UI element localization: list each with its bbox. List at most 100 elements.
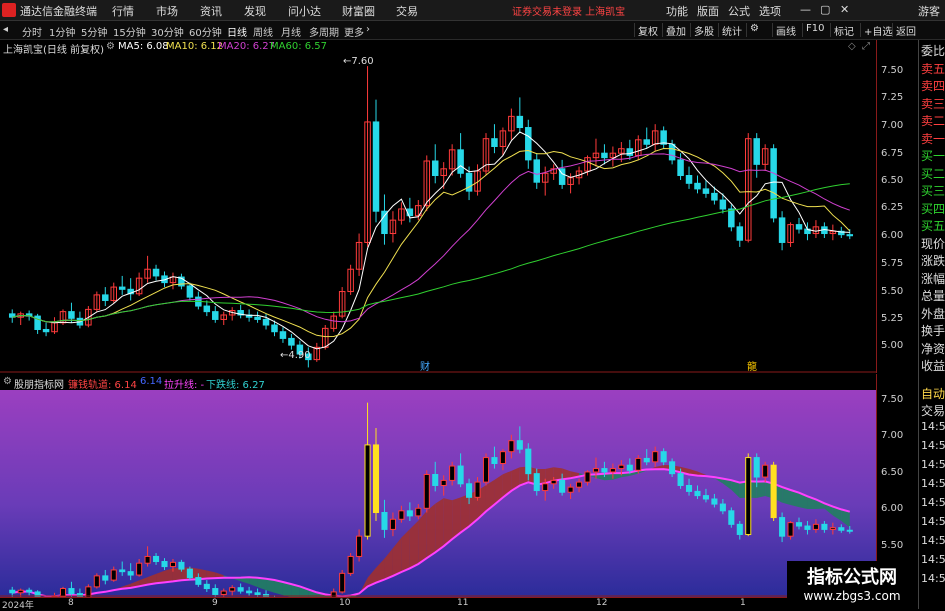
settings-icon[interactable]: ⚙ bbox=[746, 23, 775, 37]
menu-xuanxiang[interactable]: 选项 bbox=[759, 3, 781, 19]
side-trade-label[interactable]: 自动 bbox=[921, 385, 945, 402]
tab-multi-period[interactable]: 多周期 bbox=[309, 24, 339, 39]
multi-stock-button[interactable]: 多股 bbox=[690, 23, 717, 37]
login-warning[interactable]: 证券交易未登录 上海凯宝 bbox=[512, 3, 625, 18]
menu-zixun[interactable]: 资讯 bbox=[200, 3, 222, 19]
indicator-name[interactable]: 股朋指标网 bbox=[14, 376, 64, 391]
ma-settings-icon[interactable]: ⚙ bbox=[106, 41, 115, 52]
side-trade-label[interactable]: 交易 bbox=[921, 402, 945, 419]
candle-body bbox=[187, 286, 192, 297]
candle-body bbox=[43, 329, 48, 331]
ind-candle-body bbox=[86, 587, 91, 597]
indicator-band bbox=[435, 498, 443, 552]
dragon-marker[interactable]: 龍 bbox=[747, 358, 757, 373]
ind-candle-body bbox=[145, 556, 150, 563]
mark-button[interactable]: 标记 bbox=[830, 23, 857, 37]
tab-monthly[interactable]: 月线 bbox=[281, 24, 301, 39]
side-label: 涨幅 bbox=[921, 270, 945, 287]
tab-fenshi[interactable]: 分时 bbox=[22, 24, 42, 39]
ind-candle-body bbox=[636, 458, 641, 470]
add-watchlist-button[interactable]: +自选 bbox=[860, 23, 895, 37]
menu-jiaoyi[interactable]: 交易 bbox=[396, 3, 418, 19]
menu-faxian[interactable]: 发现 bbox=[244, 3, 266, 19]
finance-marker[interactable]: 财 bbox=[420, 358, 430, 373]
tab-30min[interactable]: 30分钟 bbox=[151, 24, 184, 39]
candle-body bbox=[69, 312, 74, 319]
tab-60min[interactable]: 60分钟 bbox=[189, 24, 222, 39]
draw-line-button[interactable]: 画线 bbox=[772, 23, 799, 37]
tab-more[interactable]: 更多 bbox=[344, 24, 364, 39]
ind-candle-body bbox=[720, 504, 725, 511]
side-label: 卖五 bbox=[921, 60, 945, 77]
ind-candle-body bbox=[593, 469, 598, 472]
ind-candle-body bbox=[670, 462, 675, 474]
tab-weekly[interactable]: 周线 bbox=[253, 24, 273, 39]
menu-caifuquan[interactable]: 财富圈 bbox=[342, 3, 375, 19]
menu-gongneng[interactable]: 功能 bbox=[666, 3, 688, 19]
fuquan-button[interactable]: 复权 bbox=[634, 23, 661, 37]
candle-body bbox=[263, 319, 268, 325]
candle-body bbox=[602, 153, 607, 157]
date-axis: 2024年 8 9 10 11 12 1 bbox=[0, 597, 876, 610]
indicator-settings-icon[interactable]: ⚙ bbox=[3, 376, 12, 387]
ind-candle-body bbox=[238, 588, 243, 591]
date-tick: 2024年 bbox=[2, 598, 34, 611]
ind-candle-body bbox=[399, 511, 404, 519]
ind-candle-body bbox=[678, 474, 683, 486]
ind-candle-body bbox=[500, 452, 505, 464]
indicator-chart[interactable] bbox=[0, 390, 876, 597]
candle-body bbox=[678, 160, 683, 176]
stats-button[interactable]: 统计 bbox=[718, 23, 745, 37]
tab-1min[interactable]: 1分钟 bbox=[49, 24, 75, 39]
ind-candle-body bbox=[467, 484, 472, 498]
tab-5min[interactable]: 5分钟 bbox=[81, 24, 107, 39]
ind-candle-body bbox=[373, 445, 378, 513]
chevron-left-icon[interactable]: ◂ bbox=[3, 24, 8, 35]
close-icon[interactable]: ✕ bbox=[840, 3, 849, 16]
candle-body bbox=[255, 317, 260, 319]
diamond-icon[interactable]: ◇ bbox=[848, 41, 856, 52]
ind-candle-body bbox=[230, 588, 235, 591]
ind-candle-body bbox=[416, 508, 421, 516]
candle-body bbox=[796, 225, 801, 229]
guest-label[interactable]: 游客 bbox=[918, 3, 940, 19]
candle-body bbox=[492, 139, 497, 147]
side-label: 买五 bbox=[921, 217, 945, 234]
side-label: 卖三 bbox=[921, 95, 945, 112]
quote-side-panel: 委比卖五卖四卖三卖二卖一买一买二买三买四买五现价涨跌涨幅总量外盘换手净资收益自动… bbox=[918, 40, 945, 609]
chevron-right-icon[interactable]: › bbox=[366, 24, 370, 35]
ind-candle-body bbox=[695, 491, 700, 495]
ind-candle-body bbox=[509, 441, 514, 452]
ind-candle-body bbox=[534, 474, 539, 491]
ind-candle-body bbox=[348, 556, 353, 573]
ind-candle-body bbox=[661, 452, 666, 462]
menu-shichang[interactable]: 市场 bbox=[156, 3, 178, 19]
ma10-value: MA10: 6.12 bbox=[166, 41, 223, 52]
side-label: 净资 bbox=[921, 340, 945, 357]
ind-candle-body bbox=[543, 484, 548, 491]
menu-wenxiaoda[interactable]: 问小达 bbox=[288, 3, 321, 19]
menu-hangqing[interactable]: 行情 bbox=[112, 3, 134, 19]
candle-body bbox=[729, 209, 734, 227]
ind-candle-body bbox=[729, 511, 734, 525]
ind-candle-body bbox=[196, 578, 201, 585]
minimize-icon[interactable]: — bbox=[800, 3, 811, 16]
overlay-button[interactable]: 叠加 bbox=[662, 23, 689, 37]
candle-body bbox=[737, 227, 742, 240]
high-price-label: ←7.60 bbox=[343, 56, 374, 67]
tab-15min[interactable]: 15分钟 bbox=[113, 24, 146, 39]
ind-candle-body bbox=[737, 524, 742, 534]
back-button[interactable]: 返回 bbox=[892, 23, 919, 37]
tab-daily[interactable]: 日线 bbox=[227, 24, 247, 39]
f10-button[interactable]: F10 bbox=[802, 23, 827, 37]
menu-banmian[interactable]: 版面 bbox=[697, 3, 719, 19]
price-tick: 7.25 bbox=[881, 92, 903, 103]
tick-time: 14:56 bbox=[921, 458, 945, 471]
restore-icon[interactable]: ▢ bbox=[820, 3, 830, 16]
menu-gongshi[interactable]: 公式 bbox=[728, 3, 750, 19]
date-tick: 11 bbox=[457, 598, 468, 608]
expand-icon[interactable]: ⤢ bbox=[862, 41, 870, 52]
candlestick-chart[interactable] bbox=[0, 55, 876, 373]
candle-body bbox=[204, 306, 209, 312]
tick-time: 14:56 bbox=[921, 572, 945, 585]
